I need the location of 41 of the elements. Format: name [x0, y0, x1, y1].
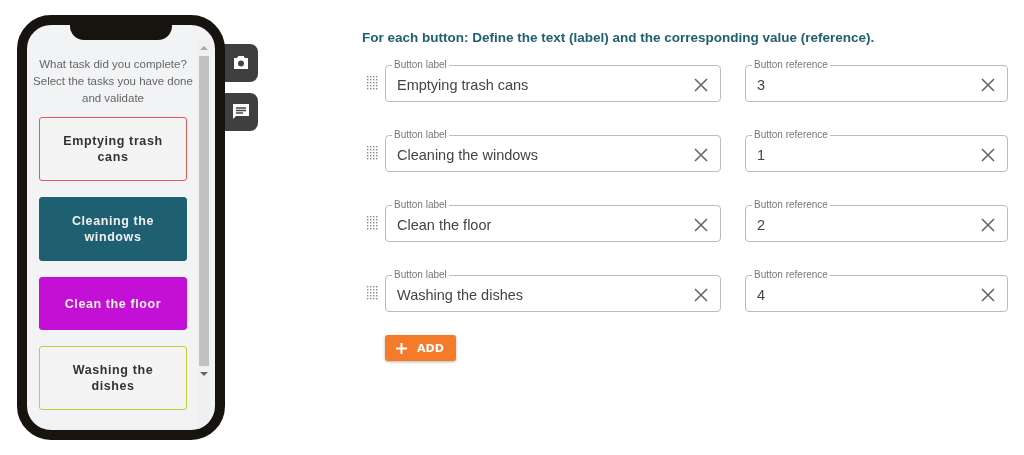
- text-field[interactable]: Button label Emptying trash cans: [385, 59, 721, 102]
- plus-icon: [396, 342, 407, 354]
- task-button[interactable]: Emptying trash cans: [39, 117, 187, 181]
- task-button[interactable]: Cleaning the windows: [39, 197, 187, 261]
- text-field[interactable]: Button label Cleaning the windows: [385, 129, 721, 172]
- scrollbar[interactable]: [198, 40, 210, 430]
- text-field[interactable]: Button label Clean the floor: [385, 199, 721, 242]
- clear-icon[interactable]: [694, 287, 708, 302]
- camera-icon: [231, 55, 250, 71]
- text-field[interactable]: Button reference 4: [745, 269, 1008, 312]
- clear-icon[interactable]: [694, 217, 708, 232]
- clear-icon[interactable]: [694, 77, 708, 92]
- clear-icon[interactable]: [694, 147, 708, 162]
- field-caption: Button label: [393, 129, 448, 141]
- question-text: What task did you complete? Select the tasks you have done and validate: [33, 57, 193, 106]
- text-field[interactable]: Button reference 2: [745, 199, 1008, 242]
- comment-button[interactable]: [223, 93, 258, 131]
- field-caption: Button label: [393, 269, 448, 281]
- clear-icon[interactable]: [981, 147, 995, 162]
- clear-icon[interactable]: [981, 217, 995, 232]
- task-button[interactable]: Clean the floor: [39, 277, 187, 330]
- field-caption: Button reference: [753, 129, 829, 141]
- text-field[interactable]: Button reference 1: [745, 129, 1008, 172]
- field-caption: Button label: [393, 199, 448, 211]
- clear-icon[interactable]: [981, 287, 995, 302]
- drag-handle-icon[interactable]: [367, 286, 378, 300]
- field-caption: Button reference: [753, 269, 829, 281]
- field-caption: Button reference: [753, 199, 829, 211]
- scrollbar-thumb[interactable]: [199, 56, 209, 366]
- field-caption: Button reference: [753, 59, 829, 71]
- clear-icon[interactable]: [981, 77, 995, 92]
- text-field[interactable]: Button reference 3: [745, 59, 1008, 102]
- camera-button[interactable]: [223, 44, 258, 82]
- comment-icon: [231, 103, 250, 121]
- task-button[interactable]: Washing the dishes: [39, 346, 187, 410]
- instruction-heading: For each button: Define the text (label) and the corresponding value (reference).: [362, 30, 876, 45]
- text-field[interactable]: Button label Washing the dishes: [385, 269, 721, 312]
- drag-handle-icon[interactable]: [367, 146, 378, 160]
- drag-handle-icon[interactable]: [367, 76, 378, 90]
- field-caption: Button label: [393, 59, 448, 71]
- drag-handle-icon[interactable]: [367, 216, 378, 230]
